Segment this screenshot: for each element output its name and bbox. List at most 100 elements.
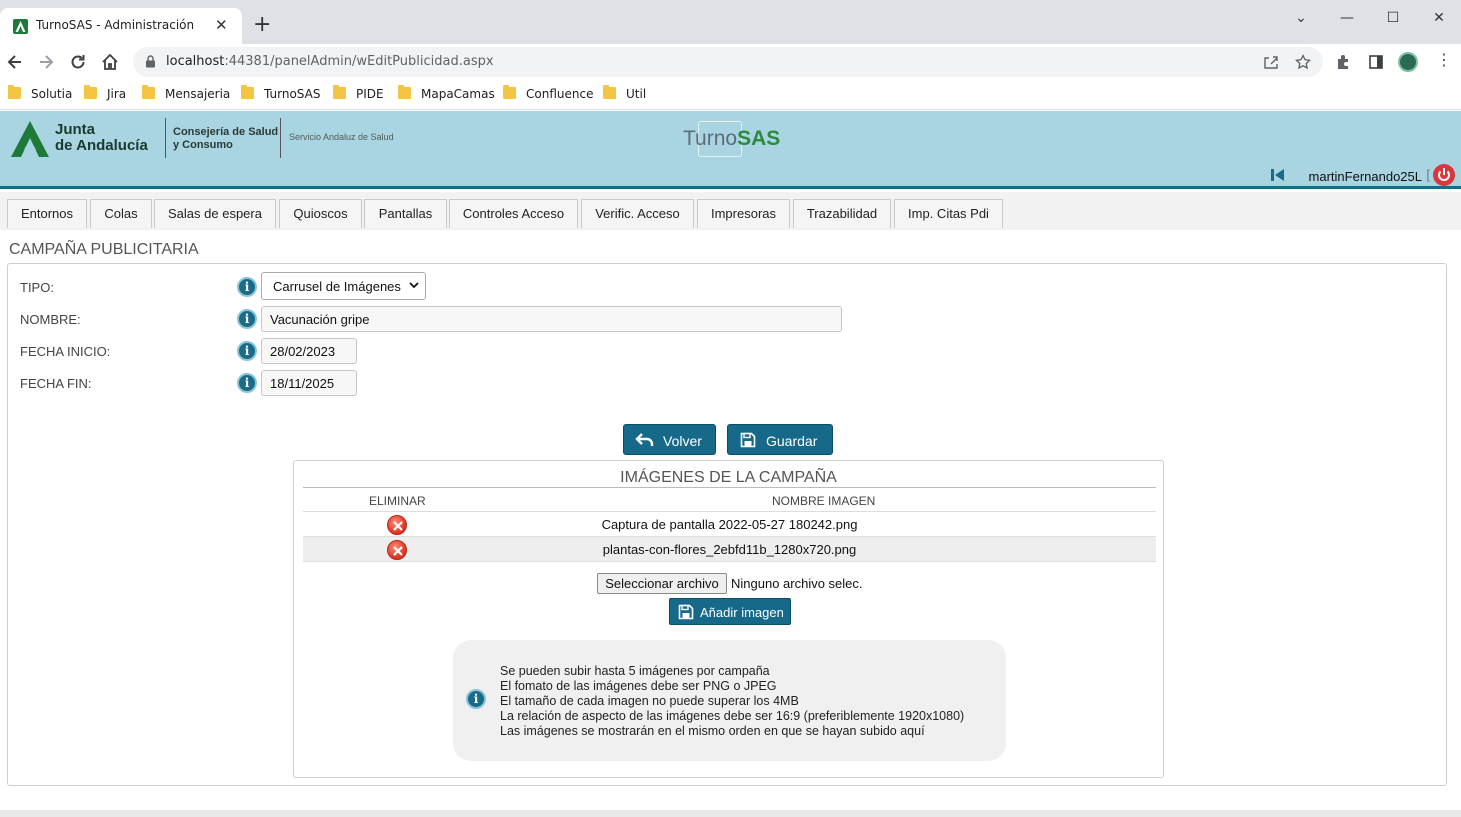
divider [165, 118, 166, 158]
url-host: localhost [166, 54, 225, 69]
page-title: CAMPAÑA PUBLICITARIA [9, 241, 199, 258]
tipo-label: TIPO: [20, 280, 54, 295]
consejeria-label: Consejería de Salud y Consumo [173, 126, 279, 151]
skip-first-icon[interactable] [1271, 169, 1284, 181]
junta-favicon-icon [13, 19, 28, 34]
folder-icon [241, 85, 254, 99]
minimize-icon[interactable]: — [1337, 10, 1357, 30]
servicio-label: Servicio Andaluz de Salud [289, 132, 394, 142]
bookmark-pide[interactable]: PIDE [333, 85, 384, 103]
folder-icon [603, 85, 616, 99]
profile-avatar[interactable] [1398, 52, 1418, 72]
bookmark-mensajeria[interactable]: Mensajeria [142, 85, 230, 103]
save-icon [678, 604, 694, 620]
menu-dots-icon[interactable]: ⋮ [1436, 50, 1452, 69]
tab-pantallas[interactable]: Pantallas [364, 199, 447, 228]
junta-logo-icon [11, 121, 49, 157]
note-text: Se pueden subir hasta 5 imágenes por cam… [500, 664, 965, 738]
bookmark-solutia[interactable]: Solutia [8, 85, 72, 103]
table-header: ELIMINAR NOMBRE IMAGEN [303, 487, 1156, 512]
app-logo: TurnoSAS [683, 127, 781, 150]
folder-icon [333, 85, 346, 99]
tab-controles-acceso[interactable]: Controles Acceso [449, 199, 578, 228]
file-select-button[interactable]: Seleccionar archivo [597, 573, 727, 594]
folder-icon [398, 85, 411, 99]
nombre-input[interactable]: Vacunación gripe [261, 306, 842, 332]
browser-toolbar: localhost:44381/panelAdmin/wEditPublicid… [0, 44, 1461, 80]
fecha-fin-label: FECHA FIN: [20, 376, 92, 391]
undo-arrow-icon [635, 433, 654, 446]
divider [280, 118, 281, 158]
folder-icon [84, 85, 97, 99]
bookmark-util[interactable]: Util [603, 85, 646, 103]
table-row: plantas-con-flores_2ebfd11b_1280x720.png [303, 537, 1156, 562]
info-icon: i [466, 689, 486, 709]
app-header: Junta de Andalucía Consejería de Salud y… [0, 111, 1461, 189]
close-tab-icon[interactable]: ✕ [215, 16, 228, 34]
address-bar[interactable]: localhost:44381/panelAdmin/wEditPublicid… [133, 47, 1323, 77]
close-window-icon[interactable]: ✕ [1429, 10, 1449, 30]
tab-salas-de-espera[interactable]: Salas de espera [154, 199, 276, 228]
tab-impresoras[interactable]: Impresoras [697, 199, 790, 228]
user-area: martinFernando25L [ [1265, 164, 1455, 186]
image-name: plantas-con-flores_2ebfd11b_1280x720.png [602, 542, 857, 557]
tab-entornos[interactable]: Entornos [7, 199, 87, 228]
maximize-icon[interactable]: ☐ [1383, 10, 1403, 30]
extensions-icon[interactable] [1335, 54, 1351, 70]
fecha-inicio-label: FECHA INICIO: [20, 344, 111, 359]
chevron-down-icon[interactable]: ⌄ [1291, 10, 1311, 30]
tab-trazabilidad[interactable]: Trazabilidad [793, 199, 891, 228]
side-panel-icon[interactable] [1368, 54, 1384, 70]
folder-icon [8, 85, 21, 99]
back-icon[interactable] [5, 52, 25, 72]
new-tab-icon[interactable]: + [253, 12, 271, 38]
star-icon[interactable] [1295, 54, 1311, 70]
info-icon[interactable]: i [237, 309, 257, 329]
guardar-button[interactable]: Guardar [727, 424, 833, 455]
nombre-label: NOMBRE: [20, 312, 81, 327]
chevron-down-icon [409, 282, 419, 289]
tab-colas[interactable]: Colas [90, 199, 152, 228]
logout-button[interactable] [1433, 164, 1455, 186]
browser-tab[interactable]: TurnoSAS - Administración ✕ [0, 8, 242, 44]
fecha-fin-input[interactable]: 18/11/2025 [261, 370, 357, 396]
volver-button[interactable]: Volver [623, 424, 716, 455]
browser-titlebar: TurnoSAS - Administración ✕ + ⌄ — ☐ ✕ [0, 0, 1461, 44]
bookmark-turnosas[interactable]: TurnoSAS [241, 85, 320, 103]
main-menu: Entornos Colas Salas de espera Quioscos … [0, 192, 1461, 230]
tab-verific-acceso[interactable]: Verific. Acceso [581, 199, 694, 228]
add-image-button[interactable]: Añadir imagen [669, 598, 791, 625]
info-icon[interactable]: i [237, 277, 257, 297]
bookmarks-bar: Solutia Jira Mensajeria TurnoSAS PIDE Ma… [0, 80, 1461, 110]
table-row: Captura de pantalla 2022-05-27 180242.pn… [303, 512, 1156, 537]
upload-rules-note: i Se pueden subir hasta 5 imágenes por c… [453, 640, 1006, 761]
bookmark-confluence[interactable]: Confluence [503, 85, 593, 103]
save-icon [740, 432, 756, 448]
power-icon [1438, 168, 1450, 181]
url-path: :44381/panelAdmin/wEditPublicidad.aspx [224, 54, 494, 69]
col-nombre-imagen: NOMBRE IMAGEN [772, 494, 876, 508]
images-title: IMÁGENES DE LA CAMPAÑA [620, 469, 837, 486]
separator: [ [1426, 167, 1430, 182]
tab-imp-citas-pdi[interactable]: Imp. Citas Pdi [894, 199, 1003, 228]
fecha-inicio-input[interactable]: 28/02/2023 [261, 338, 357, 364]
bookmark-mapacamas[interactable]: MapaCamas [398, 85, 495, 103]
junta-logo-text: Junta de Andalucía [55, 121, 148, 154]
folder-icon [503, 85, 516, 99]
image-name: Captura de pantalla 2022-05-27 180242.pn… [601, 517, 858, 532]
tipo-select[interactable]: Carrusel de Imágenes [261, 272, 426, 300]
window-bottom-edge [0, 810, 1461, 817]
username: martinFernando25L [1308, 169, 1422, 184]
tab-title: TurnoSAS - Administración [36, 18, 195, 32]
file-status: Ninguno archivo selec. [731, 576, 863, 591]
info-icon[interactable]: i [237, 373, 257, 393]
forward-icon[interactable] [36, 52, 56, 72]
home-icon[interactable] [100, 52, 120, 72]
share-icon[interactable] [1263, 55, 1279, 70]
bookmark-jira[interactable]: Jira [84, 85, 126, 103]
tab-quioscos[interactable]: Quioscos [279, 199, 362, 228]
col-eliminar: ELIMINAR [369, 494, 426, 508]
reload-icon[interactable] [68, 52, 88, 72]
info-icon[interactable]: i [237, 341, 257, 361]
folder-icon [142, 85, 155, 99]
